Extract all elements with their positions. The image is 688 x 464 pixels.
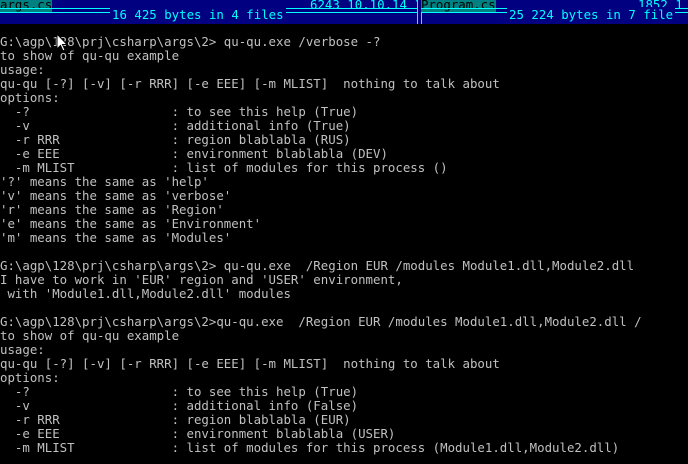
console-line: 'r' means the same as 'Region' — [0, 203, 224, 217]
console-line: '?' means the same as 'help' — [0, 175, 209, 189]
console-line: G:\agp\128\prj\csharp\args\2> qu-qu.exe … — [0, 35, 381, 49]
mouse-pointer-icon — [56, 33, 69, 52]
left-panel-summary: 16 425 bytes in 4 files — [110, 7, 286, 22]
console-line: options: — [0, 91, 60, 105]
console-line: 'm' means the same as 'Modules' — [0, 231, 232, 245]
console-line: to show of qu-qu example — [0, 49, 180, 63]
console-line: -m MLIST : list of modules for this proc… — [0, 161, 448, 175]
console-line: -e EEE : environment blablabla (DEV) — [0, 147, 388, 161]
right-panel[interactable]: Program.cs 1852 1 25 224 bytes in 7 file — [421, 0, 688, 24]
console-line: -? : to see this help (True) — [0, 105, 359, 119]
console-line: -? : to see this help (True) — [0, 385, 359, 399]
console-line: -m MLIST : list of modules for this proc… — [0, 441, 620, 455]
console-line: I have to work in 'EUR' region and 'USER… — [0, 273, 403, 287]
console-line: with 'Module1.dll,Module2.dll' modules — [0, 287, 291, 301]
console-line: qu-qu [-?] [-v] [-r RRR] [-e EEE] [-m ML… — [0, 77, 500, 91]
console-output[interactable]: G:\agp\128\prj\csharp\args\2> qu-qu.exe … — [0, 35, 688, 455]
console-line: qu-qu [-?] [-v] [-r RRR] [-e EEE] [-m ML… — [0, 357, 500, 371]
console-line: G:\agp\128\prj\csharp\args\2>qu-qu.exe /… — [0, 315, 642, 329]
console-line: 'v' means the same as 'verbose' — [0, 189, 232, 203]
console-line: -v : additional info (False) — [0, 399, 359, 413]
console-line: -r RRR : region blablabla (RUS) — [0, 133, 351, 147]
right-panel-summary: 25 224 bytes in 7 file — [507, 7, 676, 22]
console-line: 'e' means the same as 'Environment' — [0, 217, 262, 231]
file-panels: args.cs 6243 10.10.14 17:50 16 425 bytes… — [0, 0, 688, 24]
console-line: usage: — [0, 343, 45, 357]
console-line: -e EEE : environment blablabla (USER) — [0, 427, 396, 441]
console-line: G:\agp\128\prj\csharp\args\2> qu-qu.exe … — [0, 259, 635, 273]
console-line: usage: — [0, 63, 45, 77]
console-line: to show of qu-qu example — [0, 329, 180, 343]
console-line: -r RRR : region blablabla (EUR) — [0, 413, 351, 427]
console-line: -v : additional info (True) — [0, 119, 351, 133]
left-panel[interactable]: args.cs 6243 10.10.14 17:50 16 425 bytes… — [0, 0, 452, 24]
console-line: options: — [0, 371, 60, 385]
